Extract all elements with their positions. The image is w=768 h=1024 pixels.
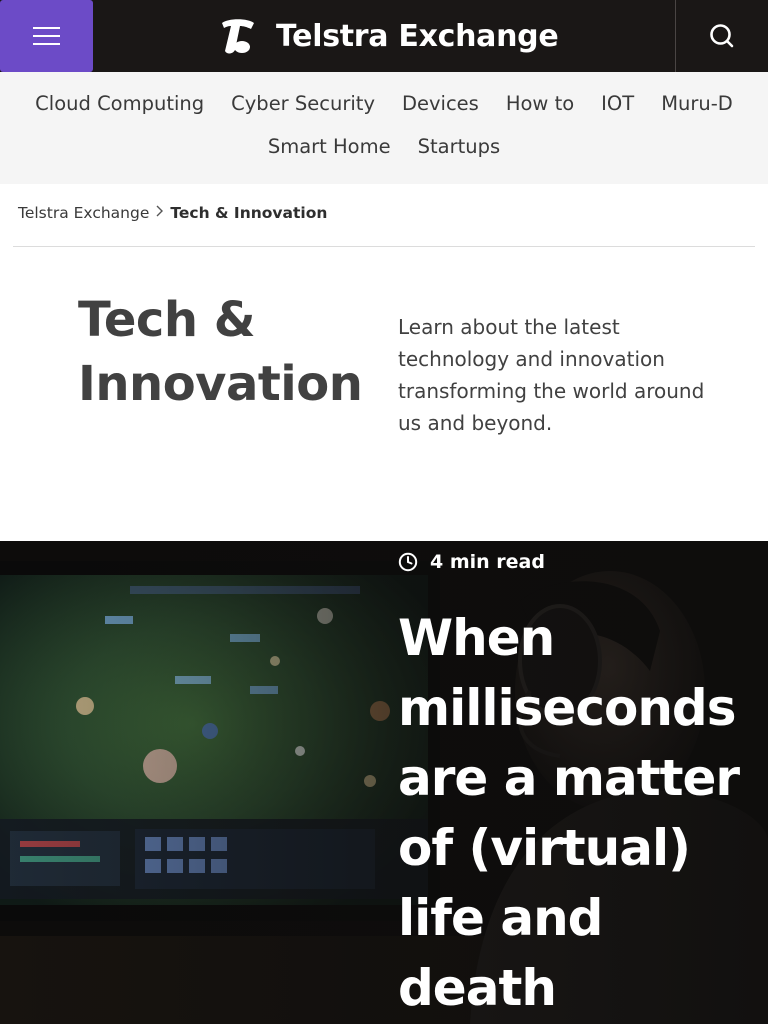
breadcrumb-current: Tech & Innovation (170, 204, 328, 222)
category-nav: Cloud Computing Cyber Security Devices H… (0, 72, 768, 184)
category-nav-row: Smart Home Startups (0, 135, 768, 158)
hamburger-icon (33, 27, 60, 29)
brand-name: Telstra Exchange (276, 18, 559, 54)
menu-button[interactable] (0, 0, 93, 72)
read-time-label: 4 min read (430, 551, 545, 573)
search-icon (710, 24, 734, 48)
breadcrumb: Telstra Exchange Tech & Innovation (18, 204, 327, 222)
clock-icon (398, 552, 418, 572)
category-link-cloud-computing[interactable]: Cloud Computing (35, 92, 204, 115)
brand-link[interactable]: Telstra Exchange (220, 0, 559, 72)
category-nav-row: Cloud Computing Cyber Security Devices H… (0, 92, 768, 115)
page-description: Learn about the latest technology and in… (398, 315, 705, 435)
category-link-how-to[interactable]: How to (506, 92, 574, 115)
page-title: Tech & Innovation (78, 292, 363, 412)
category-link-cyber-security[interactable]: Cyber Security (231, 92, 375, 115)
telstra-logo-icon (222, 19, 254, 54)
category-link-muru-d[interactable]: Muru-D (661, 92, 733, 115)
category-link-smart-home[interactable]: Smart Home (268, 135, 391, 158)
read-time: 4 min read (398, 551, 545, 573)
hamburger-icon-line (33, 43, 60, 45)
divider (13, 246, 755, 247)
hamburger-icon-line (33, 35, 60, 37)
site-header: Telstra Exchange (0, 0, 768, 72)
search-button[interactable] (675, 0, 768, 72)
category-link-devices[interactable]: Devices (402, 92, 479, 115)
breadcrumb-home-link[interactable]: Telstra Exchange (18, 204, 149, 222)
featured-article-title[interactable]: When milliseconds are a matter of (virtu… (398, 603, 768, 1023)
category-link-startups[interactable]: Startups (418, 135, 501, 158)
chevron-right-icon (155, 205, 164, 221)
featured-article-card[interactable]: 4 min read When milliseconds are a matte… (0, 541, 768, 1024)
category-link-iot[interactable]: IOT (601, 92, 634, 115)
